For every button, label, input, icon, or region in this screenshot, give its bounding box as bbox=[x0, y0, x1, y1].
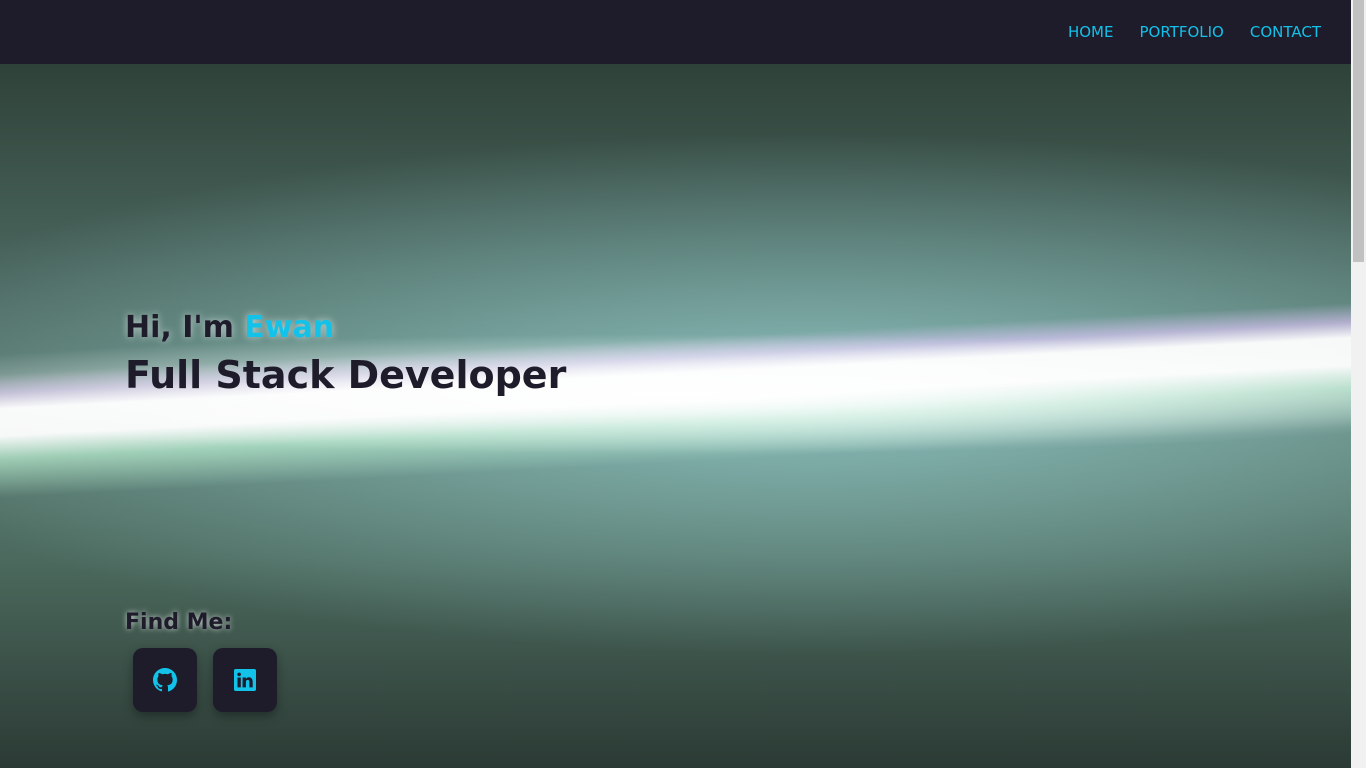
find-me-heading: Find Me: bbox=[125, 610, 233, 635]
greeting-text: Hi, I'm bbox=[125, 310, 245, 345]
nav-portfolio[interactable]: PORTFOLIO bbox=[1139, 23, 1223, 41]
social-links bbox=[133, 648, 277, 712]
scrollbar[interactable] bbox=[1351, 0, 1366, 768]
github-icon bbox=[153, 668, 177, 692]
nav-contact[interactable]: CONTACT bbox=[1250, 23, 1321, 41]
job-title: Full Stack Developer bbox=[125, 353, 567, 397]
linkedin-button[interactable] bbox=[213, 648, 277, 712]
top-nav: HOME PORTFOLIO CONTACT bbox=[0, 0, 1351, 64]
scrollbar-thumb[interactable] bbox=[1353, 0, 1364, 262]
greeting: Hi, I'm Ewan bbox=[125, 310, 566, 345]
linkedin-icon bbox=[234, 669, 256, 691]
hero-section: Hi, I'm Ewan Full Stack Developer bbox=[125, 310, 566, 397]
github-button[interactable] bbox=[133, 648, 197, 712]
name: Ewan bbox=[244, 310, 335, 345]
nav-home[interactable]: HOME bbox=[1068, 23, 1114, 41]
